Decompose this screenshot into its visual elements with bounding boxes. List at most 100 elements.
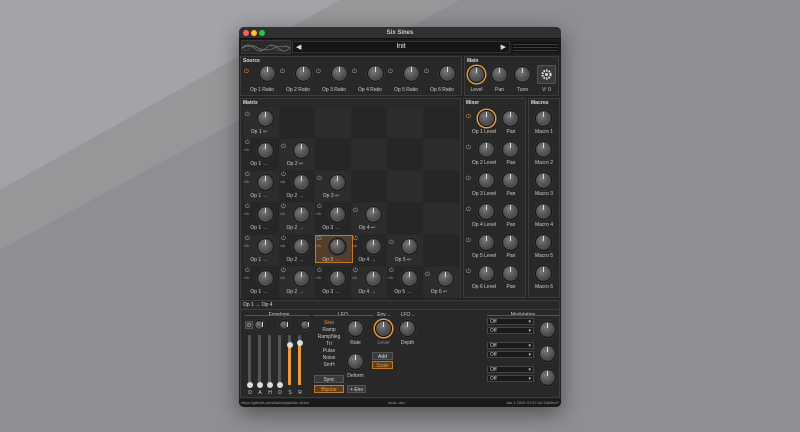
modulation-source-dropdown[interactable]: Off ▾ [487,375,534,382]
matrix-knob[interactable] [257,206,274,223]
settings-button[interactable] [537,65,556,84]
modulation-toggle[interactable]: ≈A [352,275,357,280]
lfo-env-button[interactable]: + Env [347,385,366,393]
macro-knob[interactable] [535,234,552,251]
power-icon[interactable]: ⏻ [245,112,250,119]
lfo-wave-option[interactable]: Sine [314,320,344,326]
lfo-rate-knob[interactable] [347,320,364,337]
main-level-knob[interactable] [468,66,485,83]
power-icon[interactable]: ⏻ [245,172,250,179]
mixer-level-knob[interactable] [478,172,495,189]
source-op-ratio-knob[interactable] [259,65,276,82]
slider-thumb[interactable] [296,339,303,346]
repo-url[interactable]: https://github.com/baconpaul/six-sines [241,400,309,405]
power-icon[interactable]: ⏻ [244,69,249,76]
matrix-knob[interactable] [329,238,346,255]
power-icon[interactable]: ⏻ [353,208,358,215]
slider-thumb[interactable] [276,382,283,388]
modulation-toggle[interactable]: ≈A [244,179,249,184]
power-icon[interactable]: ⏻ [424,69,429,76]
modulation-source-dropdown[interactable]: Off ▾ [487,318,534,325]
macro-knob[interactable] [535,172,552,189]
modulation-toggle[interactable]: ≈A [244,243,249,248]
slider-thumb[interactable] [286,342,293,348]
modulation-toggle[interactable]: ≈A [388,275,393,280]
power-icon[interactable]: ⏻ [317,176,322,183]
feedback-knob[interactable] [257,110,274,127]
matrix-knob[interactable] [401,270,418,287]
power-icon[interactable]: ⏻ [466,145,471,152]
power-icon[interactable]: ⏻ [281,236,286,243]
power-icon[interactable]: ⏻ [353,236,358,243]
envelope-release-knob[interactable] [300,320,310,330]
slider-thumb[interactable] [266,382,273,388]
mixer-level-knob[interactable] [478,203,495,220]
modulation-toggle[interactable]: ≈A [244,211,249,216]
slider-thumb[interactable] [246,382,253,388]
source-op-ratio-knob[interactable] [331,65,348,82]
matrix-knob[interactable] [293,238,310,255]
lfo-deform-knob[interactable] [347,353,364,370]
envelope-slider[interactable] [268,335,271,385]
power-icon[interactable]: ⏻ [466,207,471,214]
modulation-source-dropdown[interactable]: Off ▾ [487,327,534,334]
lfo-wave-option[interactable]: Ramp [314,327,344,333]
matrix-knob[interactable] [365,238,382,255]
env-level-knob[interactable] [375,320,392,337]
lfo-wave-option[interactable]: Noise [314,355,344,361]
matrix-knob[interactable] [257,270,274,287]
power-icon[interactable]: ⏻ [317,204,322,211]
feedback-knob[interactable] [401,238,418,255]
slider-thumb[interactable] [256,382,263,388]
mixer-pan-knob[interactable] [502,234,519,251]
power-icon[interactable]: ⏻ [281,172,286,179]
modulation-toggle[interactable]: ≈A [280,243,285,248]
power-icon[interactable]: ⏻ [466,176,471,183]
power-icon[interactable]: ⏻ [389,240,394,247]
next-preset-button[interactable]: ▶ [501,43,506,51]
matrix-knob[interactable] [329,270,346,287]
feedback-knob[interactable] [365,206,382,223]
modulation-source-dropdown[interactable]: Off ▾ [487,366,534,373]
main-pan-knob[interactable] [491,66,508,83]
mixer-level-knob[interactable] [478,110,495,127]
matrix-knob[interactable] [293,270,310,287]
lfo-bipolar-button[interactable]: Bipolar [314,385,344,393]
macro-knob[interactable] [535,110,552,127]
mixer-level-knob[interactable] [478,234,495,251]
power-icon[interactable]: ⏻ [425,272,430,279]
mixer-pan-knob[interactable] [502,172,519,189]
power-icon[interactable]: ⏻ [281,204,286,211]
power-icon[interactable]: ⏻ [317,236,322,243]
matrix-knob[interactable] [329,206,346,223]
power-icon[interactable]: ⏻ [245,236,250,243]
modulation-toggle[interactable]: ≈A [280,211,285,216]
power-icon[interactable]: ⏻ [245,140,250,147]
envelope-slider[interactable] [258,335,261,385]
matrix-knob[interactable] [257,238,274,255]
source-op-ratio-knob[interactable] [439,65,456,82]
lfo-wave-option[interactable]: SmH [314,362,344,368]
modulation-source-dropdown[interactable]: Off ▾ [487,351,534,358]
envelope-d-button[interactable]: D [245,321,253,329]
matrix-knob[interactable] [365,270,382,287]
source-op-ratio-knob[interactable] [295,65,312,82]
power-icon[interactable]: ⏻ [389,268,394,275]
main-tune-knob[interactable] [514,66,531,83]
power-icon[interactable]: ⏻ [280,69,285,76]
power-icon[interactable]: ⏻ [466,238,471,245]
modulation-source-dropdown[interactable]: Off ▾ [487,342,534,349]
lfo-sync-button[interactable]: Sync [314,375,344,383]
power-icon[interactable]: ⏻ [281,144,286,151]
source-op-ratio-knob[interactable] [403,65,420,82]
modulation-depth-knob[interactable] [539,321,556,338]
mixer-level-knob[interactable] [478,141,495,158]
mixer-level-knob[interactable] [478,265,495,282]
lfo-depth-knob[interactable] [399,320,416,337]
power-icon[interactable]: ⏻ [352,69,357,76]
envelope-slider[interactable] [278,335,281,385]
macro-knob[interactable] [535,141,552,158]
feedback-knob[interactable] [329,174,346,191]
envelope-hold-knob[interactable] [279,320,289,330]
modulation-toggle[interactable]: ≈A [244,147,249,152]
